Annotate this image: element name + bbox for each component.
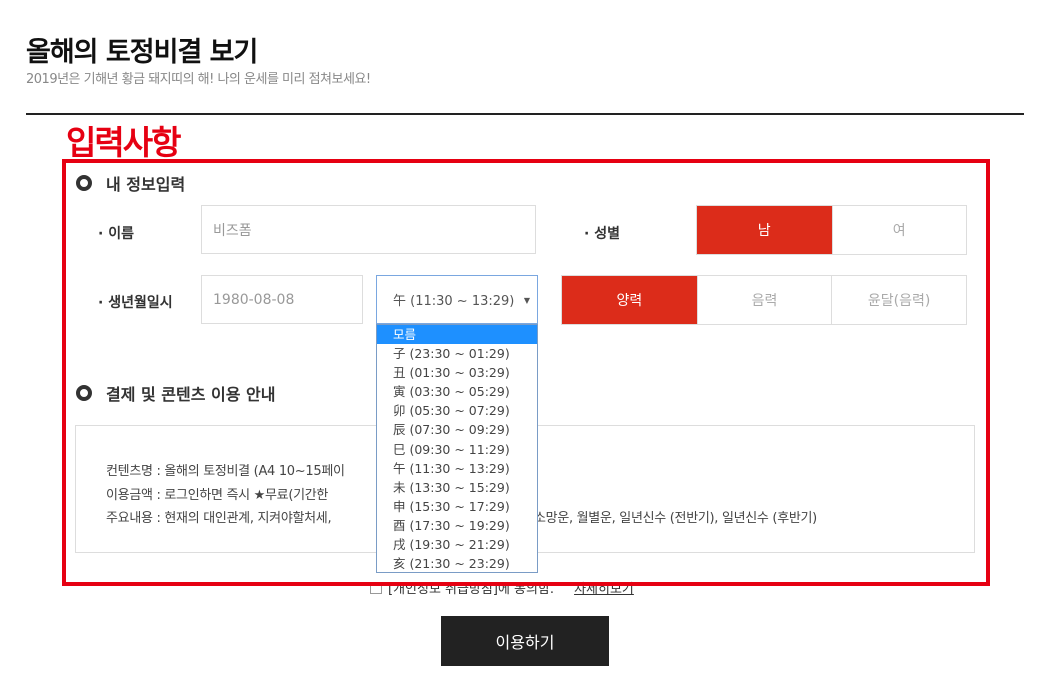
birth-time-selected: 午 (11:30 ~ 13:29) bbox=[393, 294, 515, 309]
time-option[interactable]: 酉 (17:30 ~ 19:29) bbox=[377, 516, 537, 535]
agreement-detail-link[interactable]: 자세히보기 bbox=[574, 578, 634, 597]
section-ring-icon bbox=[76, 385, 92, 401]
gender-male-button[interactable]: 남 bbox=[697, 206, 832, 254]
name-label: · 이름 bbox=[98, 226, 134, 242]
submit-button[interactable]: 이용하기 bbox=[441, 616, 609, 666]
agreement-text: [개인정보 취급방침]에 동의함. bbox=[388, 582, 555, 597]
time-option[interactable]: 卯 (05:30 ~ 07:29) bbox=[377, 401, 537, 420]
time-option[interactable]: 未 (13:30 ~ 15:29) bbox=[377, 478, 537, 497]
gender-toggle: 남 여 bbox=[696, 205, 967, 255]
gender-female-button[interactable]: 여 bbox=[831, 206, 966, 254]
name-input-value: 비즈폼 bbox=[213, 222, 252, 239]
birth-date-input[interactable]: 1980-08-08 bbox=[201, 275, 363, 324]
time-option[interactable]: 戌 (19:30 ~ 21:29) bbox=[377, 535, 537, 554]
time-option[interactable]: 午 (11:30 ~ 13:29) bbox=[377, 459, 537, 478]
section-ring-icon bbox=[76, 175, 92, 191]
info-content-name: 컨텐츠명 : 올해의 토정비결 (A4 10~15페이 bbox=[106, 464, 345, 479]
gender-label: · 성별 bbox=[584, 226, 620, 242]
time-option[interactable]: 寅 (03:30 ~ 05:29) bbox=[377, 382, 537, 401]
time-option[interactable]: 亥 (21:30 ~ 23:29) bbox=[377, 554, 537, 573]
dropdown-arrow-icon: ▼ bbox=[523, 296, 530, 305]
title-divider bbox=[26, 113, 1024, 115]
time-option[interactable]: 丑 (01:30 ~ 03:29) bbox=[377, 363, 537, 382]
time-option[interactable]: 子 (23:30 ~ 01:29) bbox=[377, 344, 537, 363]
agreement-checkbox[interactable] bbox=[370, 581, 382, 594]
calendar-leap-lunar-button[interactable]: 윤달(음력) bbox=[831, 276, 966, 324]
info-price: 이용금액 : 로그인하면 즉시 ★무료(기간한 bbox=[106, 488, 329, 503]
agreement-row: [개인정보 취급방침]에 동의함. 자세히보기 bbox=[370, 578, 634, 597]
time-option[interactable]: 巳 (09:30 ~ 11:29) bbox=[377, 440, 537, 459]
calendar-type-toggle: 양력 음력 윤달(음력) bbox=[561, 275, 967, 325]
calendar-lunar-button[interactable]: 음력 bbox=[696, 276, 832, 324]
time-option[interactable]: 申 (15:30 ~ 17:29) bbox=[377, 497, 537, 516]
section-my-info: 내 정보입력 bbox=[76, 171, 185, 195]
annotation-label: 입력사항 bbox=[66, 123, 181, 162]
time-option[interactable]: 辰 (07:30 ~ 09:29) bbox=[377, 420, 537, 439]
birth-label: · 생년월일시 bbox=[98, 295, 173, 311]
birth-date-value: 1980-08-08 bbox=[213, 291, 295, 308]
section-title: 결제 및 콘텐츠 이용 안내 bbox=[106, 385, 276, 404]
section-title: 내 정보입력 bbox=[106, 175, 186, 194]
time-option[interactable]: 모름 bbox=[377, 325, 537, 345]
info-main-content-tail: 소망운, 월별운, 일년신수 (전반기), 일년신수 (후반기) bbox=[534, 511, 817, 526]
birth-time-select[interactable]: 午 (11:30 ~ 13:29) ▼ bbox=[376, 275, 538, 324]
page-subtitle: 2019년은 기해년 황금 돼지띠의 해! 나의 운세를 미리 점쳐보세요! bbox=[26, 72, 371, 87]
calendar-solar-button[interactable]: 양력 bbox=[562, 276, 697, 324]
birth-time-dropdown-list: 모름 子 (23:30 ~ 01:29) 丑 (01:30 ~ 03:29) 寅… bbox=[376, 324, 538, 573]
page-title: 올해의 토정비결 보기 bbox=[26, 37, 258, 68]
name-input[interactable]: 비즈폼 bbox=[201, 205, 536, 254]
info-main-content: 주요내용 : 현재의 대인관계, 지켜야할처세, bbox=[106, 511, 332, 526]
section-payment: 결제 및 콘텐츠 이용 안내 bbox=[76, 381, 275, 405]
